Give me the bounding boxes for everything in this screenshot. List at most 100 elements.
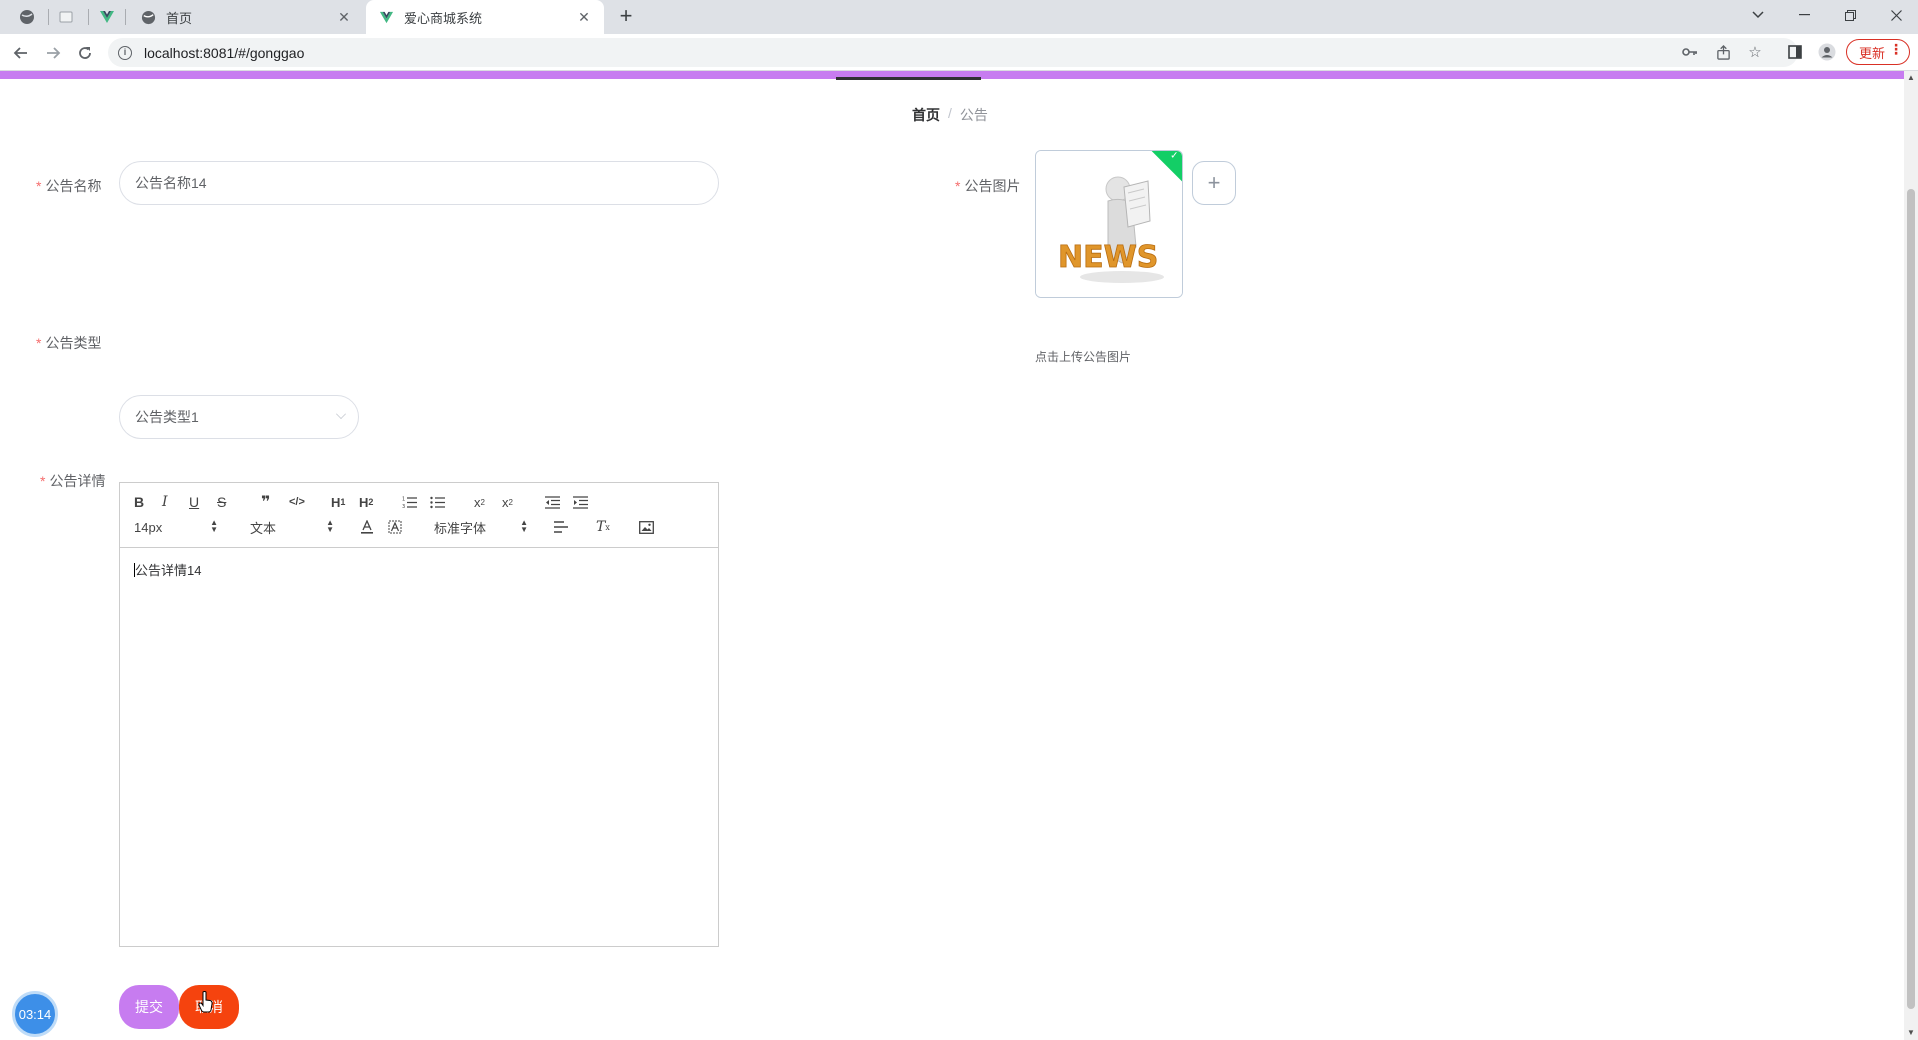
font-family-picker[interactable]: 标准字体 ▲ ▼ xyxy=(434,517,528,537)
name-input[interactable]: 公告名称14 xyxy=(119,161,719,205)
type-select-value: 公告类型1 xyxy=(135,409,199,425)
forward-arrow-icon[interactable] xyxy=(40,40,66,66)
format-picker[interactable]: 文本 ▲ ▼ xyxy=(250,517,334,537)
breadcrumb-current: 公告 xyxy=(959,107,988,123)
editor-content[interactable]: 公告详情14 xyxy=(120,548,718,591)
check-icon: ✓ xyxy=(1170,150,1179,162)
scroll-up-arrow-icon[interactable]: ▲ xyxy=(1906,73,1916,83)
key-icon[interactable] xyxy=(1680,42,1700,62)
align-left-icon[interactable] xyxy=(554,517,568,537)
name-label: * 公告名称 xyxy=(36,176,101,196)
updown-icon: ▲ ▼ xyxy=(326,518,334,534)
editor-text: 公告详情14 xyxy=(135,563,202,578)
page-content: 首页 / 公告 * 公告名称 公告名称14 * 公告图片 NEWS ✓ + 点击上传… xyxy=(0,71,1918,1040)
upload-tip: 点击上传公告图片 xyxy=(1035,350,1132,364)
detail-label-text: 公告详情 xyxy=(49,473,106,489)
address-bar[interactable]: i localhost:8081/#/gonggao xyxy=(108,38,1798,67)
chevron-down-icon xyxy=(336,409,346,419)
submit-label: 提交 xyxy=(135,999,163,1015)
name-input-value: 公告名称14 xyxy=(135,175,207,191)
news-reader-image: NEWS xyxy=(1036,151,1182,297)
clear-format-icon[interactable]: Tx xyxy=(596,517,610,537)
font-size-picker[interactable]: 14px ▲ ▼ xyxy=(134,517,218,537)
required-mark: * xyxy=(36,335,42,351)
superscript-icon[interactable]: x2 xyxy=(502,492,513,512)
heading1-icon[interactable]: H1 xyxy=(331,492,345,512)
type-label: * 公告类型 xyxy=(36,333,101,353)
blockquote-icon[interactable]: ❞ xyxy=(261,492,270,512)
required-mark: * xyxy=(955,178,961,194)
outdent-icon[interactable] xyxy=(545,492,560,512)
insert-image-icon[interactable] xyxy=(639,517,654,537)
breadcrumb-home[interactable]: 首页 xyxy=(912,105,940,125)
floating-clock-widget[interactable]: 03:14 xyxy=(12,991,58,1037)
pinned-tab-vue-icon[interactable] xyxy=(97,7,117,27)
tab-search-chevron-icon[interactable] xyxy=(1736,0,1780,30)
hand-pointer-icon xyxy=(198,991,213,1013)
tab-title: 爱心商城系统 xyxy=(404,10,483,26)
image-label: * 公告图片 xyxy=(955,176,1020,196)
side-panel-icon[interactable] xyxy=(1785,42,1805,62)
tab-shop-system[interactable]: 爱心商城系统 ✕ xyxy=(366,0,604,34)
update-button[interactable]: 更新 ⋮ xyxy=(1846,39,1910,65)
update-label: 更新 xyxy=(1859,45,1886,61)
updown-icon: ▲ ▼ xyxy=(520,518,528,534)
format-value: 文本 xyxy=(250,520,277,536)
heading2-icon[interactable]: H2 xyxy=(359,492,373,512)
scrollbar-thumb[interactable] xyxy=(1907,189,1915,1009)
bold-icon[interactable]: B xyxy=(134,492,144,512)
image-label-text: 公告图片 xyxy=(964,178,1021,194)
close-window-button[interactable] xyxy=(1874,0,1918,30)
browser-tabbar: 首页 ✕ 爱心商城系统 ✕ + xyxy=(0,0,1918,34)
uploaded-image-thumbnail[interactable]: NEWS ✓ xyxy=(1035,150,1183,298)
tab-title: 首页 xyxy=(166,10,193,26)
scroll-down-arrow-icon[interactable]: ▼ xyxy=(1906,1028,1916,1038)
font-size-value: 14px xyxy=(134,519,163,535)
restore-button[interactable] xyxy=(1828,0,1872,30)
indent-icon[interactable] xyxy=(573,492,588,512)
updown-icon: ▲ ▼ xyxy=(210,518,218,534)
share-icon[interactable] xyxy=(1713,42,1733,62)
type-select[interactable]: 公告类型1 xyxy=(119,395,359,439)
svg-text:3: 3 xyxy=(402,504,405,509)
close-tab-icon[interactable]: ✕ xyxy=(336,9,352,25)
profile-avatar-icon[interactable] xyxy=(1817,42,1837,62)
font-family-value: 标准字体 xyxy=(434,520,487,536)
subscript-icon[interactable]: x2 xyxy=(474,492,485,512)
background-color-icon[interactable] xyxy=(388,517,402,537)
site-info-icon[interactable]: i xyxy=(118,45,132,60)
active-nav-indicator xyxy=(836,77,981,80)
type-label-text: 公告类型 xyxy=(45,335,102,351)
font-color-icon[interactable] xyxy=(360,517,374,537)
breadcrumb-separator: / xyxy=(948,105,952,121)
svg-text:1: 1 xyxy=(402,496,405,502)
reload-icon[interactable] xyxy=(72,40,98,66)
news-image-text: NEWS xyxy=(1058,240,1158,275)
new-tab-button[interactable]: + xyxy=(614,5,638,29)
pinned-tab-globe-icon[interactable] xyxy=(17,7,37,27)
code-block-icon[interactable]: </> xyxy=(289,492,305,512)
close-tab-icon[interactable]: ✕ xyxy=(576,9,592,25)
more-menu-icon: ⋮ xyxy=(1889,41,1903,57)
underline-icon[interactable]: U xyxy=(189,492,199,512)
ordered-list-icon[interactable]: 13 xyxy=(402,492,417,512)
upload-add-button[interactable]: + xyxy=(1192,161,1236,205)
bookmark-star-icon[interactable]: ☆ xyxy=(1745,42,1765,62)
rich-text-editor: B I U S ❞ </> H1 H2 13 x2 x2 14px ▲ ▼ 文本… xyxy=(119,482,719,947)
required-mark: * xyxy=(40,473,46,489)
submit-button[interactable]: 提交 xyxy=(119,985,179,1029)
pinned-tab-blank-icon[interactable] xyxy=(56,7,76,27)
strikethrough-icon[interactable]: S xyxy=(217,492,226,512)
italic-icon[interactable]: I xyxy=(162,492,168,512)
plus-icon: + xyxy=(1207,170,1221,195)
name-label-text: 公告名称 xyxy=(45,178,102,194)
bullet-list-icon[interactable] xyxy=(430,492,445,512)
minimize-button[interactable] xyxy=(1782,0,1826,30)
vue-logo-icon xyxy=(378,9,394,25)
clock-time: 03:14 xyxy=(18,1006,52,1022)
editor-toolbar: B I U S ❞ </> H1 H2 13 x2 x2 14px ▲ ▼ 文本… xyxy=(120,483,718,548)
breadcrumb: 首页 / 公告 xyxy=(912,105,988,125)
tab-home[interactable]: 首页 ✕ xyxy=(128,0,364,34)
back-arrow-icon[interactable] xyxy=(8,40,34,66)
url-text: localhost:8081/#/gonggao xyxy=(144,44,305,61)
